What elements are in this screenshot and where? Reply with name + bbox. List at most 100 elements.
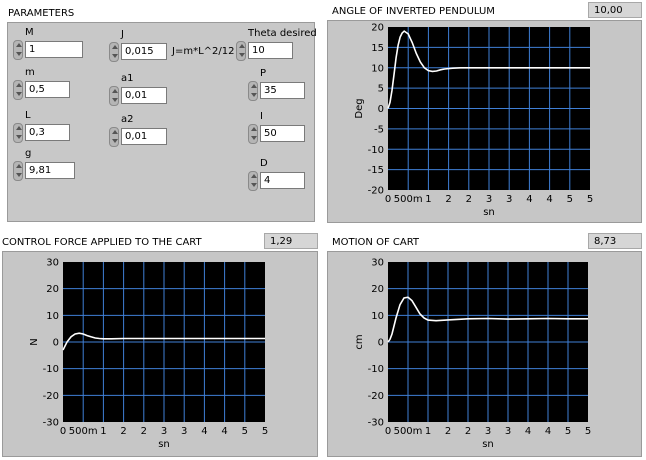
cart-chart-frame: 30 20 10 0 -10 -20 -30 0 500m 1 2 2 3 3 4 4 5 5 sn cm [327, 251, 642, 457]
param-a2-field[interactable]: 0,01 [121, 128, 167, 145]
cart-xtick-label: 500m [394, 426, 423, 437]
cart-ytick-label: 30 [371, 258, 384, 269]
angle-xtick-label: 3 [486, 194, 492, 205]
cart-ytick-label: -20 [368, 391, 384, 402]
param-J-field[interactable]: 0,015 [121, 43, 167, 60]
param-g-label: g [25, 148, 32, 159]
angle-chart-frame: 20 15 10 5 0 -5 -10 -15 -20 0 500m 1 2 2 3 3 4 4 5 5 sn Deg [327, 20, 642, 223]
angle-xtick-label: 2 [445, 194, 451, 205]
param-theta-label: Theta desired [248, 28, 317, 39]
param-g-stepper[interactable] [13, 161, 23, 181]
force-ylabel: N [29, 338, 40, 345]
force-ytick-label: -30 [43, 418, 59, 429]
angle-xtick-label: 500m [394, 194, 423, 205]
cart-ytick-label: 20 [371, 284, 384, 295]
cart-xtick-label: 5 [585, 426, 591, 437]
angle-xlabel: sn [483, 207, 495, 218]
force-indicator: 1,29 [264, 233, 318, 249]
inertia-formula: J=m*L^2/12 [172, 46, 235, 57]
param-I-label: I [260, 111, 263, 122]
angle-ytick-label: 10 [371, 63, 384, 74]
force-chart-title: CONTROL FORCE APPLIED TO THE CART [2, 237, 202, 248]
cart-xtick-label: 3 [485, 426, 491, 437]
force-ytick-label: 30 [46, 258, 59, 269]
param-D-stepper[interactable] [248, 171, 258, 191]
param-m-stepper[interactable] [13, 80, 23, 100]
param-D-label: D [260, 158, 268, 169]
angle-ytick-label: -15 [368, 165, 384, 176]
param-g-field[interactable]: 9,81 [25, 162, 75, 179]
cart-xlabel: sn [482, 439, 494, 450]
angle-xtick-label: 1 [425, 194, 431, 205]
angle-xtick-label: 5 [587, 194, 593, 205]
angle-xtick-label: 5 [567, 194, 573, 205]
cart-svg: 3020100-10-20-300 500m 1 2 2 3 3 4 4 5 5sncm [354, 258, 591, 451]
force-ytick-label: 20 [46, 284, 59, 295]
force-chart: 30 20 10 0 -10 -20 -30 0 500m 1 2 2 3 3 4 4 5 5 sn N [3, 252, 319, 458]
force-xtick-label: 5 [262, 426, 268, 437]
cart-xtick-label: 2 [445, 426, 451, 437]
force-xlabel: sn [158, 439, 170, 450]
cart-ylabel: cm [354, 334, 365, 349]
force-xtick-label: 500m [69, 426, 98, 437]
param-a1-field[interactable]: 0,01 [121, 87, 167, 104]
param-M-stepper[interactable] [13, 40, 23, 60]
cart-chart: 30 20 10 0 -10 -20 -30 0 500m 1 2 2 3 3 4 4 5 5 sn cm [328, 252, 643, 458]
param-P-field[interactable]: 35 [260, 82, 305, 99]
cart-ytick-label: 10 [371, 311, 384, 322]
angle-ylabel: Deg [354, 98, 365, 118]
param-I-stepper[interactable] [248, 124, 258, 144]
force-xtick-label: 4 [221, 426, 227, 437]
angle-xtick-label: 3 [506, 194, 512, 205]
param-P-label: P [260, 68, 267, 79]
angle-indicator: 10,00 [588, 2, 642, 18]
cart-indicator: 8,73 [588, 233, 642, 249]
angle-ytick-label: -5 [374, 124, 384, 135]
cart-xtick-label: 5 [565, 426, 571, 437]
param-L-stepper[interactable] [13, 123, 23, 143]
force-xtick-label: 2 [141, 426, 147, 437]
param-M-label: M [25, 27, 34, 38]
param-m-field[interactable]: 0,5 [25, 81, 70, 98]
cart-ytick-label: -30 [368, 418, 384, 429]
angle-chart: 20 15 10 5 0 -5 -10 -15 -20 0 500m 1 2 2 3 3 4 4 5 5 sn Deg [328, 21, 643, 224]
force-ytick-label: -20 [43, 391, 59, 402]
angle-ytick-label: -20 [368, 186, 384, 197]
param-L-label: L [25, 110, 31, 121]
angle-ytick-label: 20 [371, 23, 384, 34]
force-xtick-label: 3 [161, 426, 167, 437]
param-a1-stepper[interactable] [109, 86, 119, 106]
param-P-stepper[interactable] [248, 81, 258, 101]
force-xtick-label: 4 [201, 426, 207, 437]
cart-xtick-label: 4 [525, 426, 531, 437]
angle-ytick-label: 5 [378, 84, 384, 95]
angle-xtick-label: 4 [546, 194, 552, 205]
cart-xtick-label: 3 [505, 426, 511, 437]
param-M-field[interactable]: 1 [25, 41, 83, 58]
param-a2-stepper[interactable] [109, 127, 119, 147]
param-J-stepper[interactable] [109, 42, 119, 62]
param-J-label: J [121, 29, 124, 40]
cart-ytick-label: 0 [378, 338, 384, 349]
cart-ytick-label: -10 [368, 364, 384, 375]
parameters-panel: M 1 m 0,5 L 0,3 g 9,81 J 0,015 J=m*L^2/1… [7, 22, 317, 222]
param-I-field[interactable]: 50 [260, 125, 305, 142]
force-xtick-label: 1 [100, 426, 106, 437]
force-chart-frame: 30 20 10 0 -10 -20 -30 0 500m 1 2 2 3 3 4 4 5 5 sn N [2, 251, 318, 457]
force-xtick-label: 5 [242, 426, 248, 437]
cart-xtick-label: 1 [425, 426, 431, 437]
angle-xtick-label: 2 [466, 194, 472, 205]
force-xtick-label: 3 [181, 426, 187, 437]
force-ytick-label: 0 [53, 338, 59, 349]
param-L-field[interactable]: 0,3 [25, 124, 70, 141]
cart-chart-title: MOTION OF CART [332, 237, 420, 248]
force-svg: 3020100-10-20-300 500m 1 2 2 3 3 4 4 5 5snN [29, 258, 268, 451]
param-theta-stepper[interactable] [236, 41, 246, 61]
param-theta-field[interactable]: 10 [248, 42, 293, 59]
cart-xtick-label: 0 [385, 426, 391, 437]
cart-xtick-label: 2 [465, 426, 471, 437]
param-D-field[interactable]: 4 [260, 172, 305, 189]
parameters-title: PARAMETERS [8, 8, 75, 19]
force-ytick-label: -10 [43, 364, 59, 375]
param-m-label: m [25, 67, 35, 78]
